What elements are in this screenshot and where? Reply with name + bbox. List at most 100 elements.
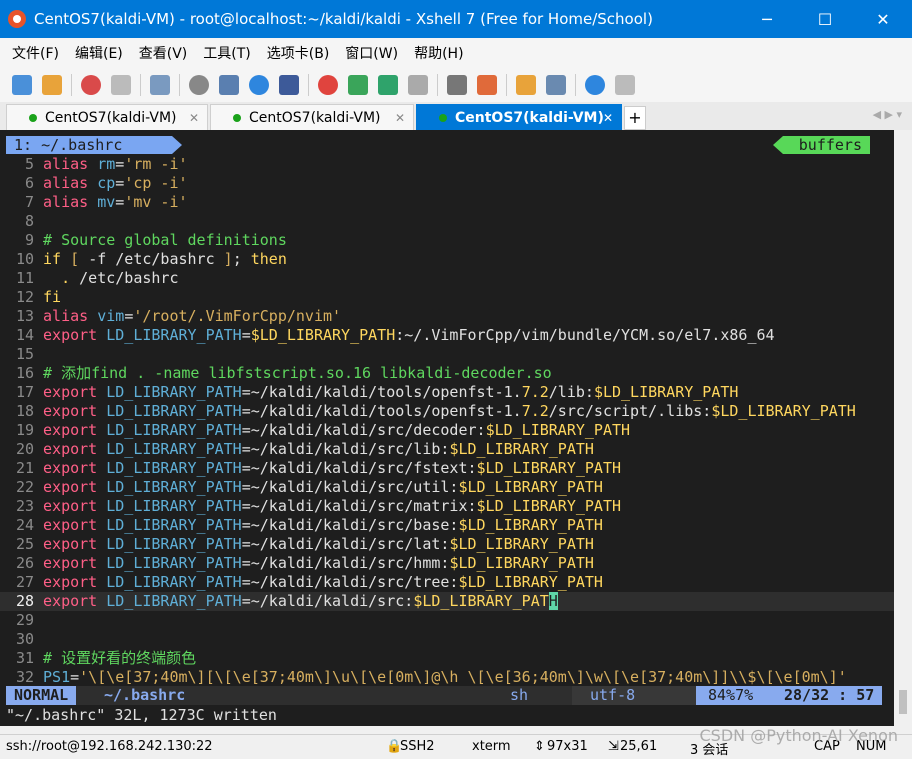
title-bar: CentOS7(kaldi-VM) - root@localhost:~/kal… [0,0,912,38]
text-cursor: H [549,592,558,610]
code-token: LD_LIBRARY_PATH [106,592,241,610]
code-token: 7.2 [522,383,549,401]
code-token: LD_LIBRARY_PATH [106,326,241,344]
close-tab-icon[interactable]: ✕ [603,111,613,125]
fullscreen-icon[interactable] [378,75,398,95]
tile-icon[interactable] [546,75,566,95]
connected-status-icon [233,114,241,122]
status-file-type: sh [510,686,528,705]
status-cursor-position: 28/32 : 57 [784,686,874,705]
menu-window[interactable]: 窗口(W) [345,43,398,63]
layout-icon[interactable] [219,75,239,95]
toolbar-divider [575,74,576,96]
toolbar-divider [140,74,141,96]
cursor-position: 25,61 [620,739,657,754]
code-token: export [43,402,106,420]
tab-session-1[interactable]: CentOS7(kaldi-VM) ✕ [6,104,208,131]
tab-label: CentOS7(kaldi-VM) [249,110,380,126]
code-token: = [115,155,124,173]
code-line: 24 export LD_LIBRARY_PATH=~/kaldi/kaldi/… [0,516,894,535]
code-token: LD_LIBRARY_PATH [106,440,241,458]
code-token: fi [43,288,61,306]
code-token: LD_LIBRARY_PATH [106,573,241,591]
tab-session-2[interactable]: CentOS7(kaldi-VM) ✕ [210,104,414,131]
line-number: 6 [0,174,34,193]
menu-view[interactable]: 查看(V) [139,43,188,63]
help-icon[interactable] [585,75,605,95]
code-line: 21 export LD_LIBRARY_PATH=~/kaldi/kaldi/… [0,459,894,478]
code-line: 30 [0,630,894,649]
code-line: 19 export LD_LIBRARY_PATH=~/kaldi/kaldi/… [0,421,894,440]
code-token: ; [233,250,251,268]
menu-bar: 文件(F) 编辑(E) 查看(V) 工具(T) 选项卡(B) 窗口(W) 帮助(… [0,38,912,68]
toolbar-divider [179,74,180,96]
code-token: $LD_LIBRARY_PATH [251,326,396,344]
connection-info: ssh://root@192.168.242.130:22 [6,739,213,754]
terminal-scrollbar[interactable] [894,130,912,726]
terminal-type: xterm [472,739,511,754]
scrollbar-thumb[interactable] [899,690,907,714]
line-number: 24 [0,516,34,535]
menu-tabs[interactable]: 选项卡(B) [267,43,330,63]
code-token: $LD_LIBRARY_PATH [458,478,603,496]
csdn-watermark: CSDN @Python-AI Xenon [700,726,899,745]
code-line: 17 export LD_LIBRARY_PATH=~/kaldi/kaldi/… [0,383,894,402]
code-token: export [43,459,106,477]
code-token: export [43,497,106,515]
disconnect-icon[interactable] [111,75,131,95]
terminal-size: 97x31 [547,739,588,754]
chat-icon[interactable] [615,75,635,95]
code-token: $LD_LIBRARY_PATH [458,516,603,534]
close-tab-icon[interactable]: ✕ [189,111,199,125]
line-number: 8 [0,212,34,231]
code-token: LD_LIBRARY_PATH [106,402,241,420]
code-token: '\[\e[37;40m\][\[\e[37;40m\]\u\[\e[0m\]@… [79,668,847,686]
globe-icon[interactable] [249,75,269,95]
code-token: export [43,478,106,496]
code-token: export [43,535,106,553]
xshell-logo-icon [8,10,26,28]
code-token [43,269,61,287]
menu-help[interactable]: 帮助(H) [414,43,463,63]
code-token: export [43,440,106,458]
code-token: LD_LIBRARY_PATH [106,421,241,439]
new-session-icon[interactable] [12,75,32,95]
window-controls: ─ ☐ ✕ [738,0,912,38]
connected-status-icon [29,114,37,122]
properties-icon[interactable] [150,75,170,95]
open-folder-icon[interactable] [42,75,62,95]
menu-file[interactable]: 文件(F) [12,43,59,63]
line-number: 23 [0,497,34,516]
code-line: 8 [0,212,894,231]
code-token: =~/kaldi/kaldi/src/lat: [242,535,450,553]
code-token: export [43,554,106,572]
code-token: =~/kaldi/kaldi/tools/openfst-1. [242,383,522,401]
close-tab-icon[interactable]: ✕ [395,111,405,125]
resize-icon: ⇕ [534,739,545,754]
close-button[interactable]: ✕ [854,0,912,38]
menu-edit[interactable]: 编辑(E) [75,43,123,63]
menu-tools[interactable]: 工具(T) [203,43,250,63]
xmanager-icon[interactable] [348,75,368,95]
code-line: 11 . /etc/bashrc [0,269,894,288]
keyboard-icon[interactable] [447,75,467,95]
code-token: # Source global definitions [43,231,287,249]
add-tab-button[interactable]: + [624,106,646,130]
maximize-button[interactable]: ☐ [796,0,854,38]
reconnect-icon[interactable] [81,75,101,95]
line-number: 7 [0,193,34,212]
highlight-icon[interactable] [477,75,497,95]
code-token: = [115,174,124,192]
terminal-screen[interactable]: 1: ~/.bashrc buffers 5 alias rm='rm -i'6… [0,130,894,726]
font-icon[interactable] [279,75,299,95]
code-token: $LD_LIBRARY_PAT [413,592,548,610]
transfer-icon[interactable] [516,75,536,95]
status-percent: 84%7% [708,686,753,704]
code-line: 10 if [ -f /etc/bashrc ]; then [0,250,894,269]
lock-icon[interactable] [408,75,428,95]
minimize-button[interactable]: ─ [738,0,796,38]
xftp-icon[interactable] [318,75,338,95]
tab-session-3[interactable]: CentOS7(kaldi-VM) ✕ [416,104,622,131]
tab-scroll-arrows-icon[interactable]: ◀ ▶ ▾ [873,108,902,121]
search-icon[interactable] [189,75,209,95]
